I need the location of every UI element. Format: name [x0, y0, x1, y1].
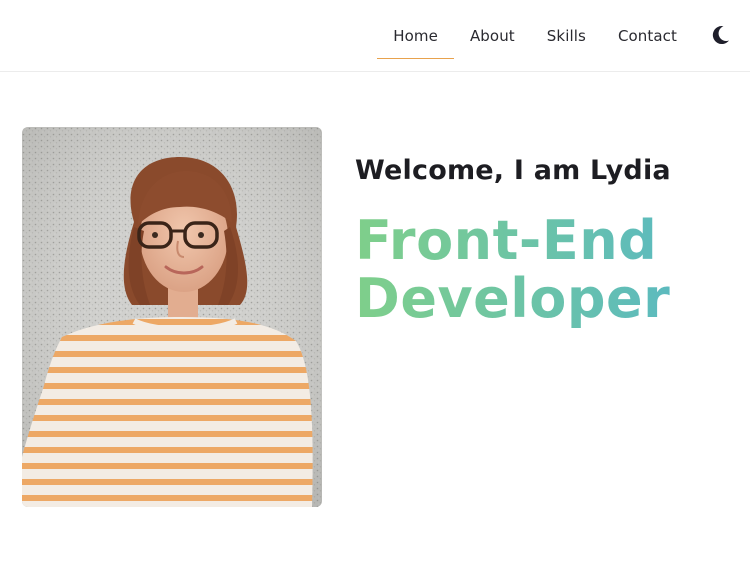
hero-section: Welcome, I am Lydia Front-End Developer [0, 72, 750, 568]
nav-item-contact[interactable]: Contact [602, 0, 693, 72]
role-title-line-2: Developer [355, 267, 671, 330]
hero-intro: Welcome, I am Lydia Front-End Developer [355, 152, 735, 328]
nav-item-label: Home [393, 27, 438, 45]
theme-toggle-button[interactable] [710, 22, 732, 48]
nav-item-label: About [469, 27, 515, 45]
portrait-illustration [22, 127, 322, 507]
nav-item-skills[interactable]: Skills [531, 0, 602, 72]
role-title: Front-End Developer [355, 212, 735, 328]
nav-item-about[interactable]: About [454, 0, 531, 72]
nav-item-home[interactable]: Home [377, 0, 454, 72]
nav-item-label: Contact [617, 27, 677, 45]
top-navbar: Home About Skills Contact [0, 0, 750, 72]
nav-menu: Home About Skills Contact [377, 0, 693, 72]
moon-icon [712, 26, 729, 45]
welcome-heading: Welcome, I am Lydia [355, 155, 671, 186]
role-title-line-1: Front-End [355, 209, 658, 272]
nav-item-label: Skills [546, 27, 586, 45]
profile-photo [22, 127, 322, 507]
